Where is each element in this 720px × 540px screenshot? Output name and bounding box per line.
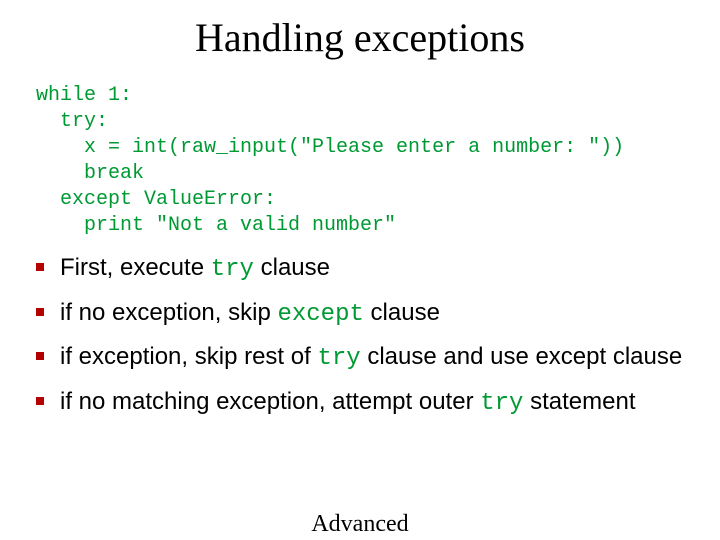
code-line: while 1:: [36, 84, 132, 107]
footer: Advanced Programming: [0, 512, 720, 540]
code-block: while 1: try: x = int(raw_input("Please …: [36, 83, 720, 239]
list-item: if exception, skip rest of try clause an…: [36, 342, 684, 375]
bullet-text: if no exception, skip: [60, 299, 277, 326]
code-line: except ValueError:: [36, 188, 276, 211]
footer-line: Advanced: [0, 512, 720, 537]
code-line: x = int(raw_input("Please enter a number…: [36, 136, 624, 159]
bullet-text: if exception, skip rest of: [60, 343, 317, 370]
slide-title: Handling exceptions: [0, 14, 720, 61]
bullet-text: clause: [254, 254, 330, 281]
bullet-text: if no matching exception, attempt outer: [60, 388, 480, 415]
list-item: First, execute try clause: [36, 253, 684, 286]
bullet-text: clause: [364, 299, 440, 326]
slide: { "title": "Handling exceptions", "code"…: [0, 14, 720, 540]
keyword: except: [277, 301, 363, 328]
bullet-list: First, execute try clause if no exceptio…: [36, 253, 684, 420]
keyword: try: [211, 256, 254, 283]
code-line: break: [36, 162, 144, 185]
keyword: try: [480, 390, 523, 417]
list-item: if no exception, skip except clause: [36, 298, 684, 331]
list-item: if no matching exception, attempt outer …: [36, 387, 684, 420]
bullet-text: First, execute: [60, 254, 211, 281]
bullet-text: clause and use except clause: [361, 343, 683, 370]
keyword: try: [317, 345, 360, 372]
code-line: try:: [36, 110, 108, 133]
code-line: print "Not a valid number": [36, 214, 396, 237]
bullet-text: statement: [523, 388, 635, 415]
